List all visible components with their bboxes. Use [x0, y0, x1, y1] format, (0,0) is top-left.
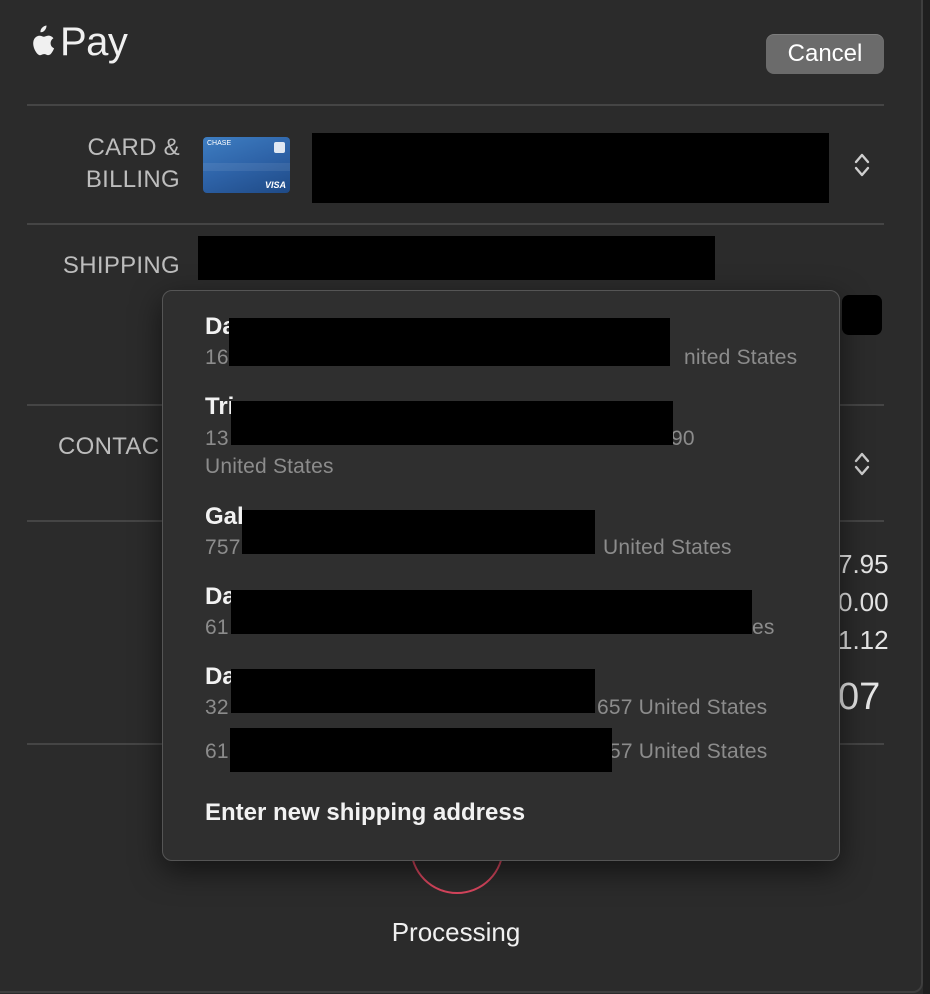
- chase-logo-icon: [274, 142, 285, 153]
- address-line: 757: [205, 536, 241, 559]
- card-network-logo: VISA: [264, 180, 286, 190]
- address-line: 32: [205, 696, 229, 719]
- processing-label: Processing: [391, 917, 521, 947]
- address-line: 61: [205, 616, 229, 639]
- redacted-address: [242, 510, 595, 554]
- address-country: United States: [205, 455, 334, 478]
- card-bank-name: CHASE: [207, 140, 232, 147]
- card-stripe: [203, 163, 290, 171]
- chevron-up-down-icon[interactable]: [854, 451, 870, 477]
- shipping-address-menu: Da 16 nited States Tri 13 90 United Stat…: [162, 290, 840, 861]
- apple-pay-sheet: Pay Cancel CARD & BILLING CHASE VISA SHI…: [0, 0, 923, 993]
- address-country: United States: [603, 536, 732, 559]
- cancel-button[interactable]: Cancel: [766, 34, 884, 74]
- address-zip: 90: [671, 427, 695, 450]
- redacted-address: [231, 590, 752, 634]
- divider: [27, 223, 884, 225]
- pay-wordmark: Pay: [60, 20, 128, 64]
- address-name: Tri: [205, 393, 235, 420]
- card-billing-label: CARD & BILLING: [85, 134, 180, 193]
- divider: [27, 104, 884, 106]
- redacted-card-details[interactable]: [312, 133, 829, 203]
- address-name: Gal: [205, 503, 244, 530]
- address-country: es: [752, 616, 775, 639]
- redacted-button[interactable]: [842, 295, 882, 335]
- chevron-up-down-icon[interactable]: [854, 152, 870, 178]
- redacted-address: [231, 401, 673, 445]
- redacted-address: [230, 728, 612, 772]
- address-country: 657 United States: [597, 696, 768, 719]
- apple-logo-icon: [33, 25, 55, 56]
- address-line: 13: [205, 427, 229, 450]
- enter-new-shipping-address-option[interactable]: Enter new shipping address: [205, 799, 525, 827]
- address-country: 57 United States: [609, 740, 768, 763]
- address-line: 61: [205, 740, 229, 763]
- address-country: nited States: [684, 346, 798, 369]
- total-value: 07: [838, 676, 881, 718]
- payment-card-thumbnail[interactable]: CHASE VISA: [203, 137, 290, 193]
- redacted-shipping-address[interactable]: [198, 236, 715, 280]
- desktop-background: [923, 0, 930, 994]
- subtotal-value: 7.95: [838, 549, 889, 579]
- redacted-address: [231, 669, 595, 713]
- address-line: 16: [205, 346, 229, 369]
- shipping-cost-value: 0.00: [838, 587, 889, 617]
- redacted-address: [229, 318, 670, 366]
- tax-value: 1.12: [838, 625, 889, 655]
- apple-pay-logo: Pay: [26, 20, 128, 64]
- contact-label: CONTAC: [58, 433, 160, 460]
- shipping-label: SHIPPING: [62, 252, 180, 279]
